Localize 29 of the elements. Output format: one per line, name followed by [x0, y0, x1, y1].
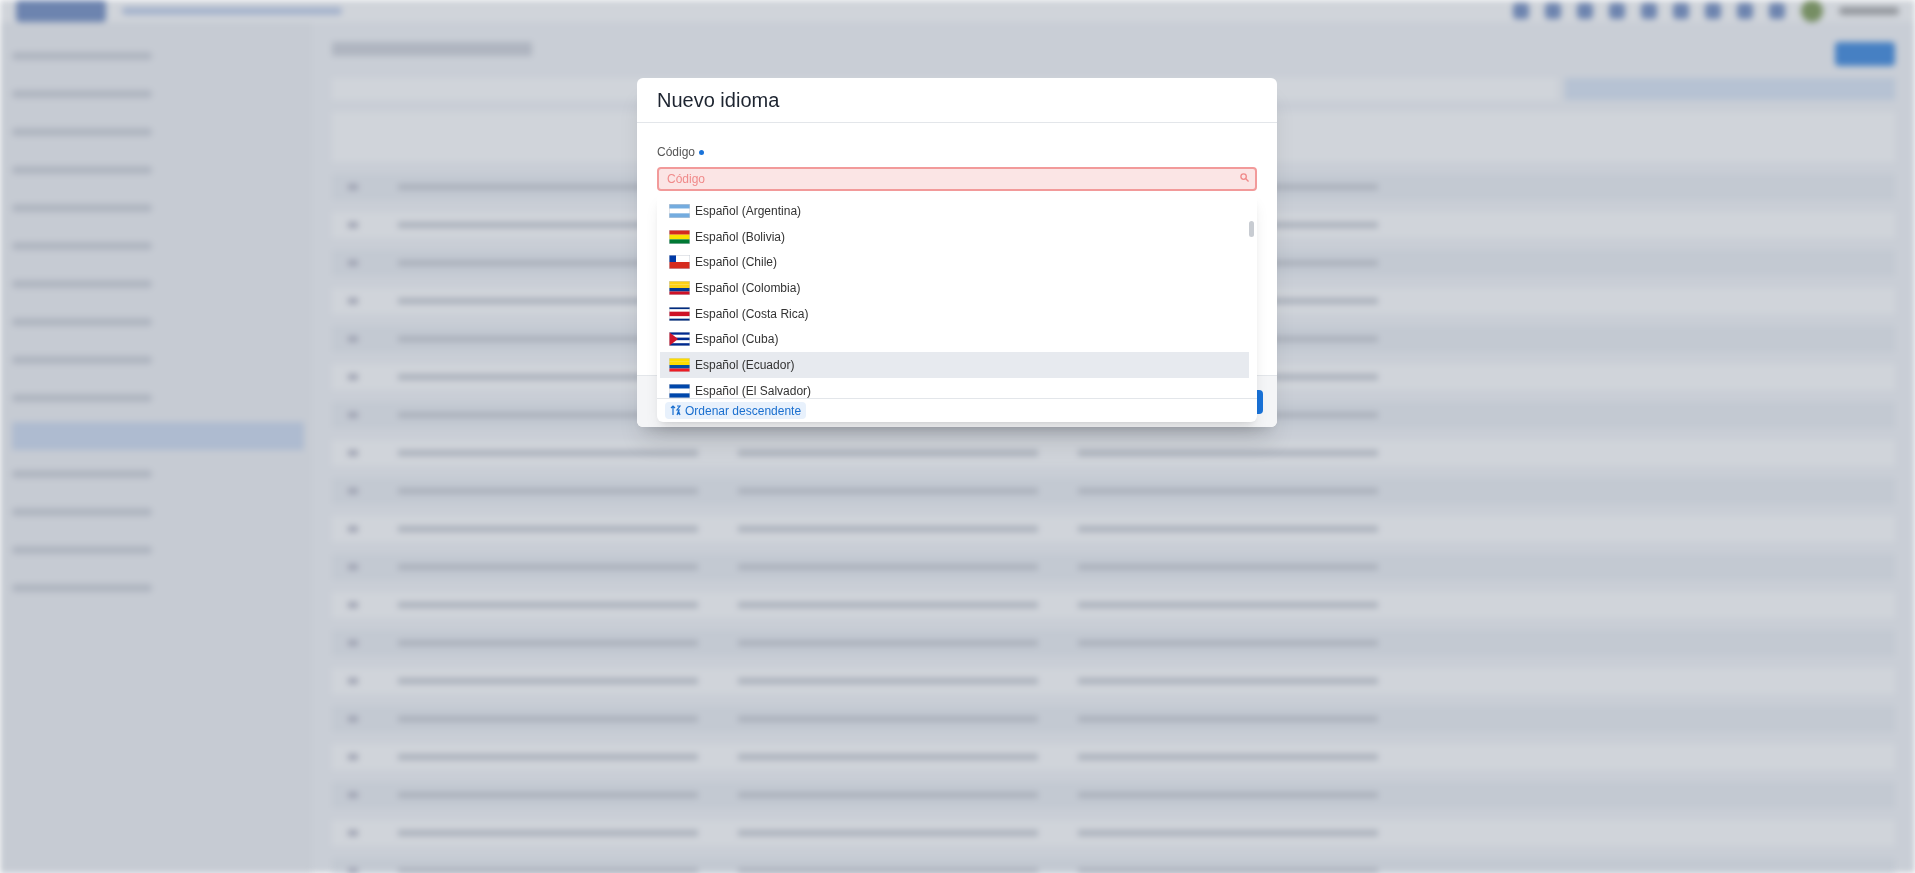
search-icon	[1240, 173, 1249, 182]
code-field[interactable]: Código	[657, 167, 1257, 191]
flag-icon	[669, 332, 690, 347]
flag-icon	[669, 280, 690, 295]
flag-icon	[669, 255, 690, 270]
option-label: Español (Bolivia)	[695, 228, 786, 246]
language-option[interactable]: Español (Argentina)	[660, 198, 1249, 224]
option-label: Español (El Salvador)	[695, 382, 812, 398]
language-option[interactable]: Español (El Salvador)	[660, 377, 1249, 398]
flag-icon	[669, 229, 690, 244]
option-label: Español (Ecuador)	[695, 356, 795, 374]
flag-icon	[669, 383, 690, 398]
flag-icon	[669, 357, 690, 372]
language-option[interactable]: Español (Costa Rica)	[660, 300, 1249, 327]
sort-button[interactable]: Ordenar descendente	[665, 402, 807, 419]
language-option[interactable]: Español (Bolivia)	[660, 223, 1249, 250]
scrollbar-thumb[interactable]	[1249, 221, 1254, 237]
flag-icon	[669, 203, 690, 218]
dialog-title: Nuevo idioma	[657, 88, 780, 113]
option-label: Español (Argentina)	[695, 202, 802, 220]
option-label: Español (Colombia)	[695, 279, 801, 297]
option-label: Español (Cuba)	[695, 331, 779, 349]
field-label: Código	[657, 144, 696, 161]
flag-icon	[669, 306, 690, 321]
option-label: Español (Costa Rica)	[695, 305, 809, 323]
option-label: Español (Chile)	[695, 254, 778, 272]
language-option[interactable]: Español (Ecuador)	[660, 352, 1249, 378]
sort-icon	[670, 405, 681, 416]
language-option[interactable]: Español (Colombia)	[660, 275, 1249, 301]
